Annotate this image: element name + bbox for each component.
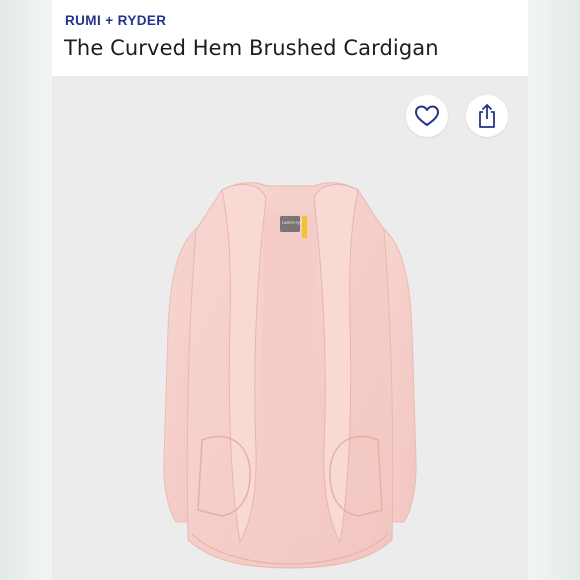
- share-icon: [479, 104, 495, 128]
- product-title: The Curved Hem Brushed Cardigan: [64, 36, 439, 60]
- share-button[interactable]: [466, 95, 508, 137]
- heart-outline-icon: [415, 105, 439, 126]
- product-header: RUMI + RYDER The Curved Hem Brushed Card…: [52, 0, 528, 76]
- product-image: rumi+ryder: [163, 182, 417, 569]
- favorite-button[interactable]: [406, 95, 448, 137]
- brand-name[interactable]: RUMI + RYDER: [65, 13, 166, 28]
- product-card: RUMI + RYDER The Curved Hem Brushed Card…: [52, 0, 528, 580]
